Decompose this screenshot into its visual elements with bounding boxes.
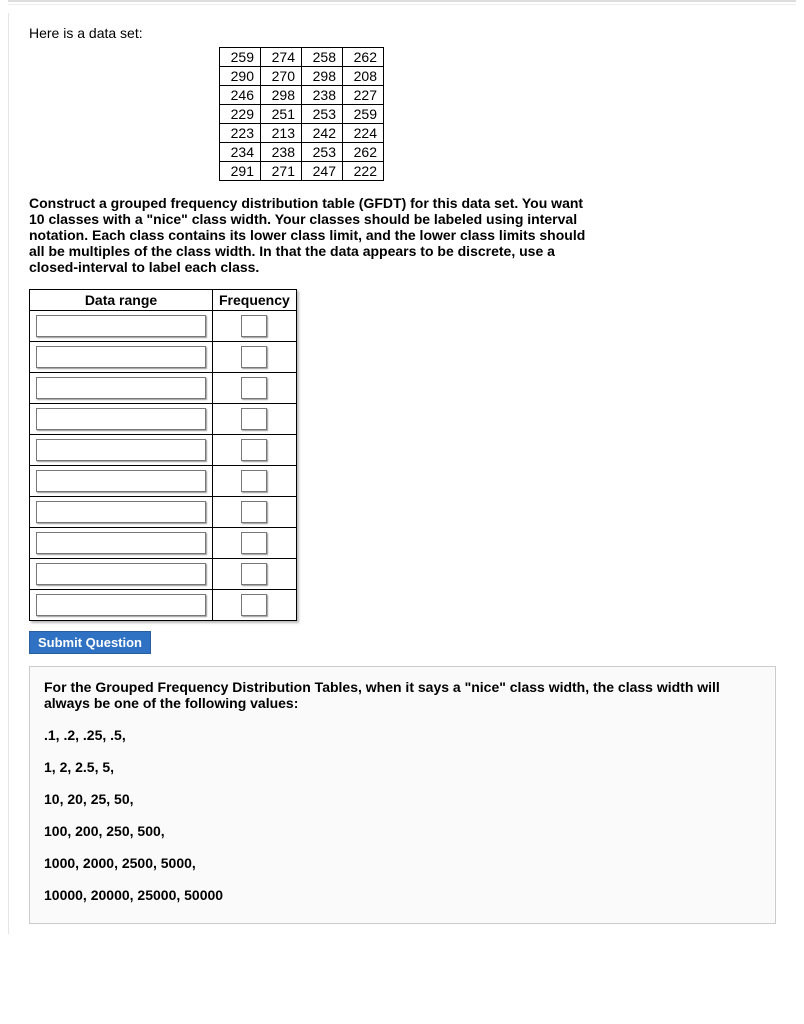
hint-line: .1, .2, .25, .5,	[44, 727, 761, 743]
data-range-input[interactable]	[36, 315, 206, 337]
dataset-cell: 291	[220, 162, 261, 181]
dataset-cell: 222	[343, 162, 384, 181]
dataset-cell: 247	[302, 162, 343, 181]
data-range-input[interactable]	[36, 532, 206, 554]
dataset-cell: 270	[261, 67, 302, 86]
submit-button[interactable]: Submit Question	[29, 631, 151, 654]
dataset-row: 259274258262	[220, 48, 384, 67]
dataset-cell: 238	[261, 143, 302, 162]
dataset-row: 246298238227	[220, 86, 384, 105]
gfdt-row	[30, 559, 297, 590]
dataset-cell: 224	[343, 124, 384, 143]
dataset-row: 290270298208	[220, 67, 384, 86]
data-range-input[interactable]	[36, 346, 206, 368]
data-range-input[interactable]	[36, 439, 206, 461]
gfdt-row	[30, 590, 297, 621]
data-range-input[interactable]	[36, 594, 206, 616]
question-container: Here is a data set: 25927425826229027029…	[8, 13, 796, 934]
dataset-cell: 229	[220, 105, 261, 124]
question-prompt: Construct a grouped frequency distributi…	[29, 195, 589, 275]
data-range-input[interactable]	[36, 501, 206, 523]
dataset-cell: 238	[302, 86, 343, 105]
frequency-input[interactable]	[241, 532, 267, 554]
dataset-cell: 262	[343, 48, 384, 67]
dataset-cell: 213	[261, 124, 302, 143]
dataset-cell: 253	[302, 143, 343, 162]
data-range-input[interactable]	[36, 563, 206, 585]
top-divider	[8, 0, 796, 5]
dataset-row: 291271247222	[220, 162, 384, 181]
dataset-cell: 242	[302, 124, 343, 143]
dataset-cell: 223	[220, 124, 261, 143]
data-range-input[interactable]	[36, 408, 206, 430]
dataset-cell: 251	[261, 105, 302, 124]
gfdt-table: Data range Frequency	[29, 289, 297, 621]
dataset-cell: 274	[261, 48, 302, 67]
dataset-table: 2592742582622902702982082462982382272292…	[219, 47, 384, 181]
gfdt-row	[30, 466, 297, 497]
frequency-input[interactable]	[241, 346, 267, 368]
gfdt-row	[30, 528, 297, 559]
gfdt-row	[30, 404, 297, 435]
dataset-row: 223213242224	[220, 124, 384, 143]
dataset-cell: 298	[302, 67, 343, 86]
frequency-input[interactable]	[241, 377, 267, 399]
dataset-cell: 253	[302, 105, 343, 124]
hint-lead: For the Grouped Frequency Distribution T…	[44, 679, 761, 711]
hint-box: For the Grouped Frequency Distribution T…	[29, 666, 776, 924]
dataset-cell: 259	[343, 105, 384, 124]
dataset-cell: 234	[220, 143, 261, 162]
dataset-cell: 262	[343, 143, 384, 162]
dataset-row: 234238253262	[220, 143, 384, 162]
hint-line: 1000, 2000, 2500, 5000,	[44, 855, 761, 871]
dataset-cell: 259	[220, 48, 261, 67]
frequency-input[interactable]	[241, 563, 267, 585]
intro-text: Here is a data set:	[29, 25, 776, 41]
frequency-input[interactable]	[241, 439, 267, 461]
dataset-cell: 258	[302, 48, 343, 67]
dataset-cell: 227	[343, 86, 384, 105]
dataset-cell: 208	[343, 67, 384, 86]
hint-line: 10, 20, 25, 50,	[44, 791, 761, 807]
frequency-input[interactable]	[241, 408, 267, 430]
hint-line: 100, 200, 250, 500,	[44, 823, 761, 839]
gfdt-row	[30, 311, 297, 342]
gfdt-header-freq: Frequency	[213, 290, 297, 311]
data-range-input[interactable]	[36, 377, 206, 399]
dataset-cell: 271	[261, 162, 302, 181]
hint-line: 10000, 20000, 25000, 50000	[44, 887, 761, 903]
data-range-input[interactable]	[36, 470, 206, 492]
frequency-input[interactable]	[241, 501, 267, 523]
gfdt-row	[30, 342, 297, 373]
dataset-row: 229251253259	[220, 105, 384, 124]
gfdt-row	[30, 435, 297, 466]
frequency-input[interactable]	[241, 594, 267, 616]
gfdt-header-range: Data range	[30, 290, 213, 311]
hint-line: 1, 2, 2.5, 5,	[44, 759, 761, 775]
frequency-input[interactable]	[241, 470, 267, 492]
dataset-cell: 246	[220, 86, 261, 105]
dataset-cell: 290	[220, 67, 261, 86]
gfdt-row	[30, 373, 297, 404]
frequency-input[interactable]	[241, 315, 267, 337]
dataset-cell: 298	[261, 86, 302, 105]
gfdt-row	[30, 497, 297, 528]
